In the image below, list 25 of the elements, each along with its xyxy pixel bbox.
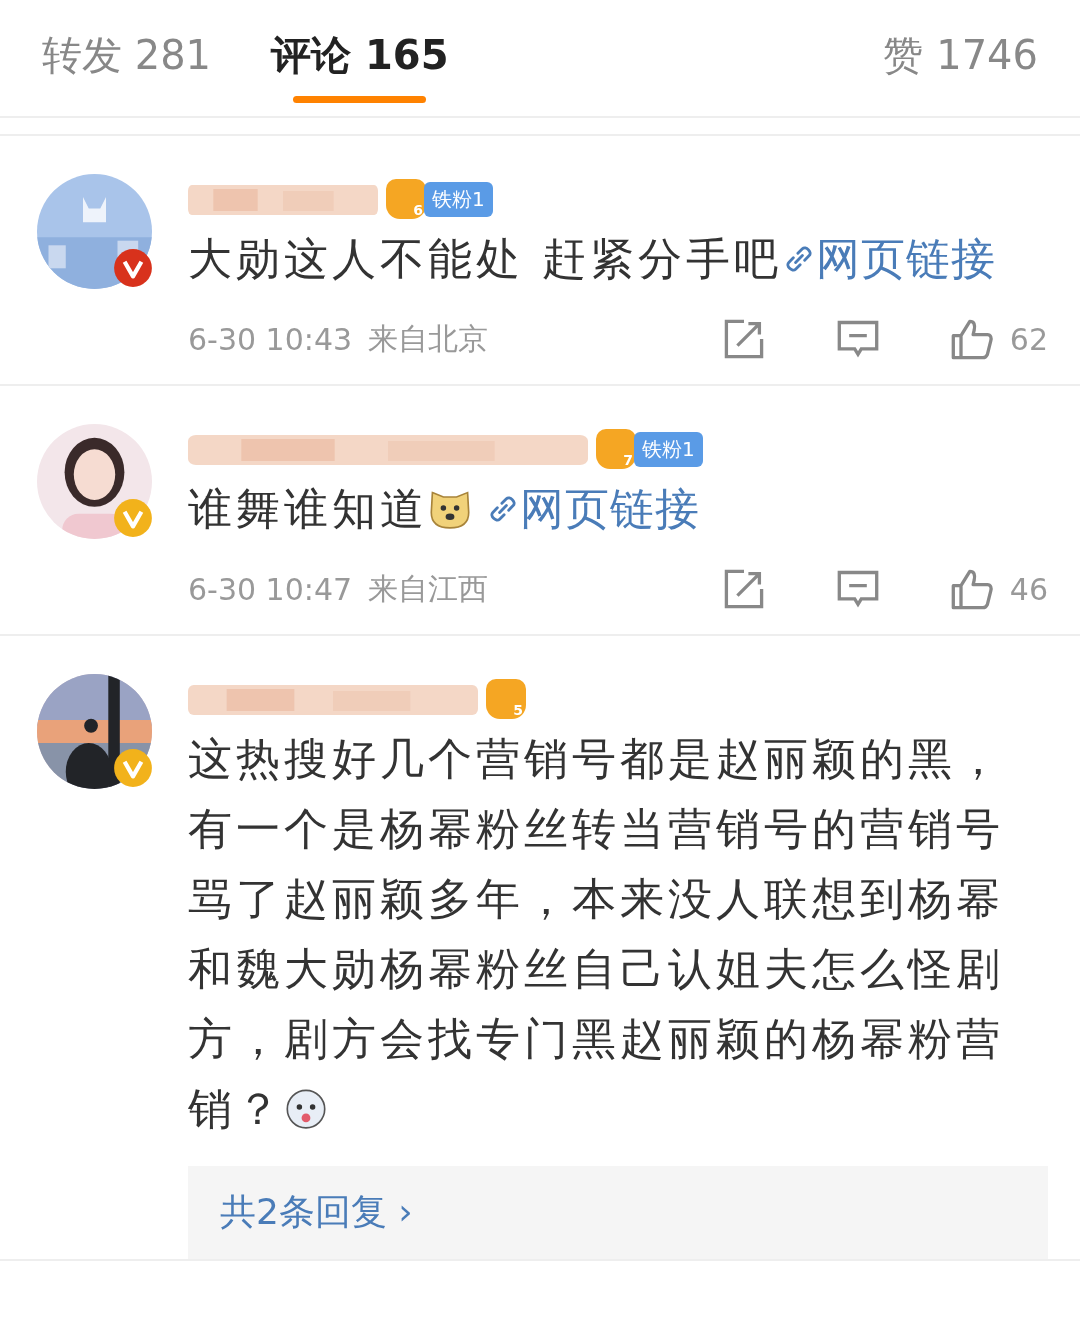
crown-badge: 6 — [386, 179, 426, 219]
tab[interactable]: 评论 165 — [271, 0, 449, 110]
comment-time: 6-30 10:43 — [188, 321, 353, 357]
fan-badge: 铁粉1 — [634, 431, 703, 467]
thumbs-up-icon[interactable] — [949, 317, 994, 361]
comment-time: 6-30 10:47 — [188, 571, 353, 607]
comment-text: 这热搜好几个营销号都是赵丽颖的黑，有一个是杨幂粉丝转当营销号的营销号骂了赵丽颖多年，本来没人联想到杨幂和魏大勋杨幂粉丝自己认姐夫怎么怪剧方，剧方会找专门黑赵丽颖的杨幂粉营销？ — [188, 732, 1005, 1136]
verified-icon — [112, 247, 154, 289]
tab[interactable]: 转发 281 — [42, 0, 212, 110]
crown-badge: 5 — [486, 679, 526, 719]
tab[interactable]: 赞 1746 — [883, 0, 1038, 110]
web-link[interactable]: 网页链接 — [486, 483, 700, 534]
thumbs-up-icon[interactable] — [949, 567, 994, 611]
like-count: 46 — [1009, 571, 1048, 607]
comment-location: 来自江西 — [368, 569, 489, 608]
web-link[interactable]: 网页链接 — [782, 233, 996, 284]
comment-text: 大勋这人不能处 赶紧分手吧 网页链接 — [188, 232, 997, 286]
replies-link[interactable]: 共2条回复 › — [220, 1191, 413, 1232]
crown-badge: 7 — [596, 429, 636, 469]
comment-location: 来自北京 — [368, 319, 489, 358]
verified-icon — [112, 497, 154, 539]
like-count: 62 — [1009, 321, 1048, 357]
verified-icon — [112, 747, 154, 789]
comment-text: 谁舞谁知道 网页链接 — [188, 482, 701, 536]
fan-badge: 铁粉1 — [424, 181, 493, 217]
